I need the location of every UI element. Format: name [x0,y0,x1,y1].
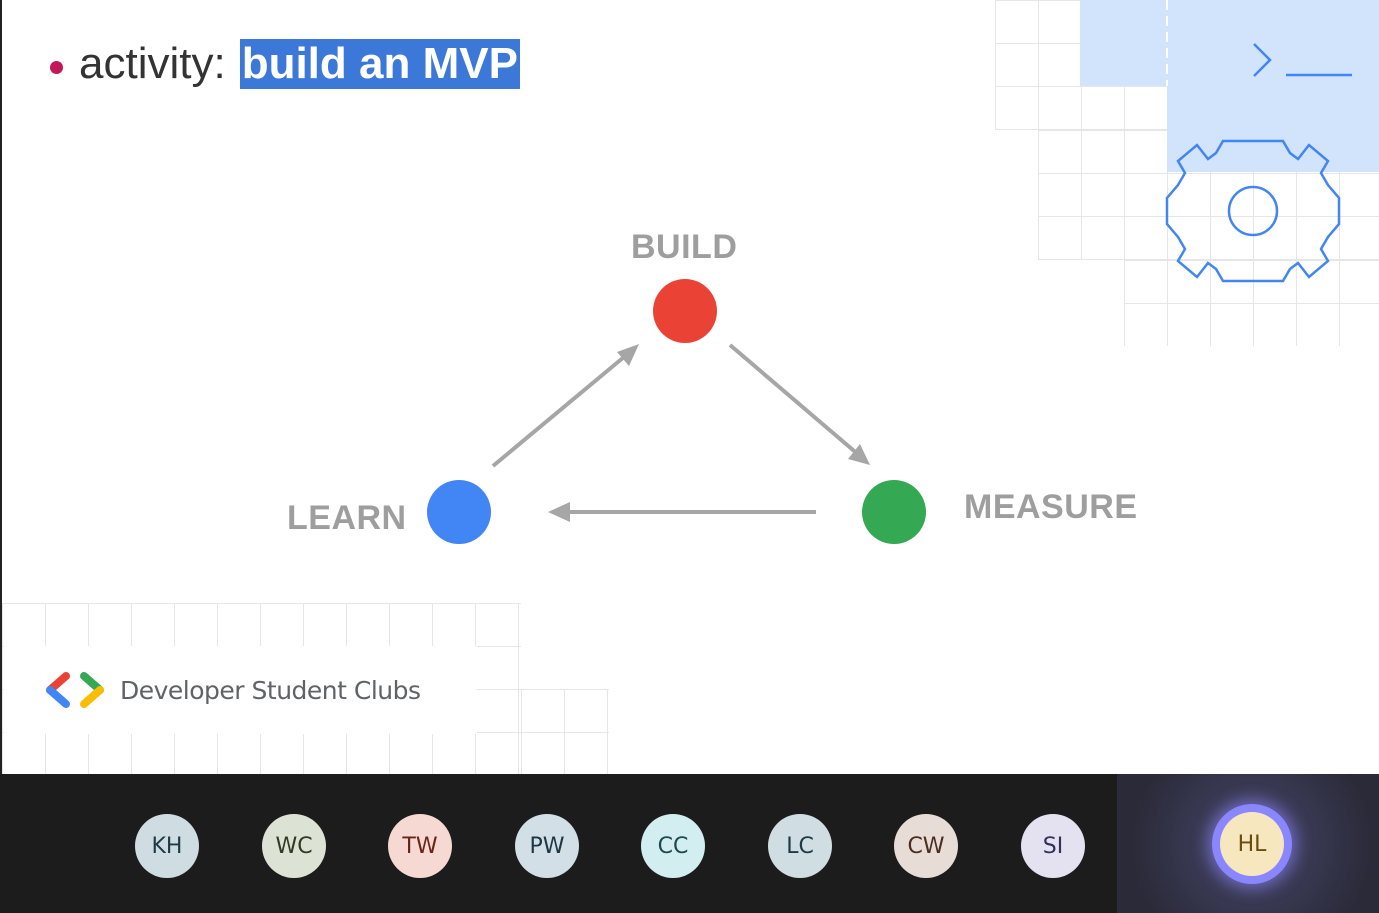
participant-initials: PW [529,833,565,859]
participant-avatar-lc[interactable]: LC [768,814,832,878]
participant-avatar-cw[interactable]: CW [894,814,958,878]
measure-label: MEASURE [964,488,1138,526]
presentation-slide: activity: build an MVP BUILD MEASURE LEA… [0,0,1379,774]
participant-initials: KH [151,833,183,859]
measure-node [862,480,926,544]
active-speaker-initials: HL [1237,831,1267,857]
participant-initials: CC [657,833,689,859]
learn-label: LEARN [287,499,407,537]
learn-node [427,480,491,544]
arrow-build-to-measure [728,343,870,465]
participant-initials: SI [1042,833,1064,859]
participant-avatar-tw[interactable]: TW [388,814,452,878]
active-speaker-avatar[interactable]: HL [1220,812,1284,876]
logo-text: Developer Student Clubs [120,675,421,705]
participant-initials: TW [402,833,438,859]
participant-avatar-cc[interactable]: CC [641,814,705,878]
participant-avatar-si[interactable]: SI [1021,814,1085,878]
participant-avatar-pw[interactable]: PW [515,814,579,878]
participant-initials: WC [275,833,313,859]
arrow-learn-to-build [491,344,639,468]
participant-avatar-wc[interactable]: WC [262,814,326,878]
build-node [653,279,717,343]
dsc-brackets-icon [46,672,104,708]
arrow-measure-to-learn [548,502,816,522]
participants-bar: KH WC TW PW CC LC CW SI HL [0,774,1379,913]
participant-initials: CW [907,833,945,859]
participant-initials: LC [786,833,814,859]
build-label: BUILD [631,228,738,266]
developer-student-clubs-logo: Developer Student Clubs [4,646,477,734]
participant-avatar-kh[interactable]: KH [135,814,199,878]
